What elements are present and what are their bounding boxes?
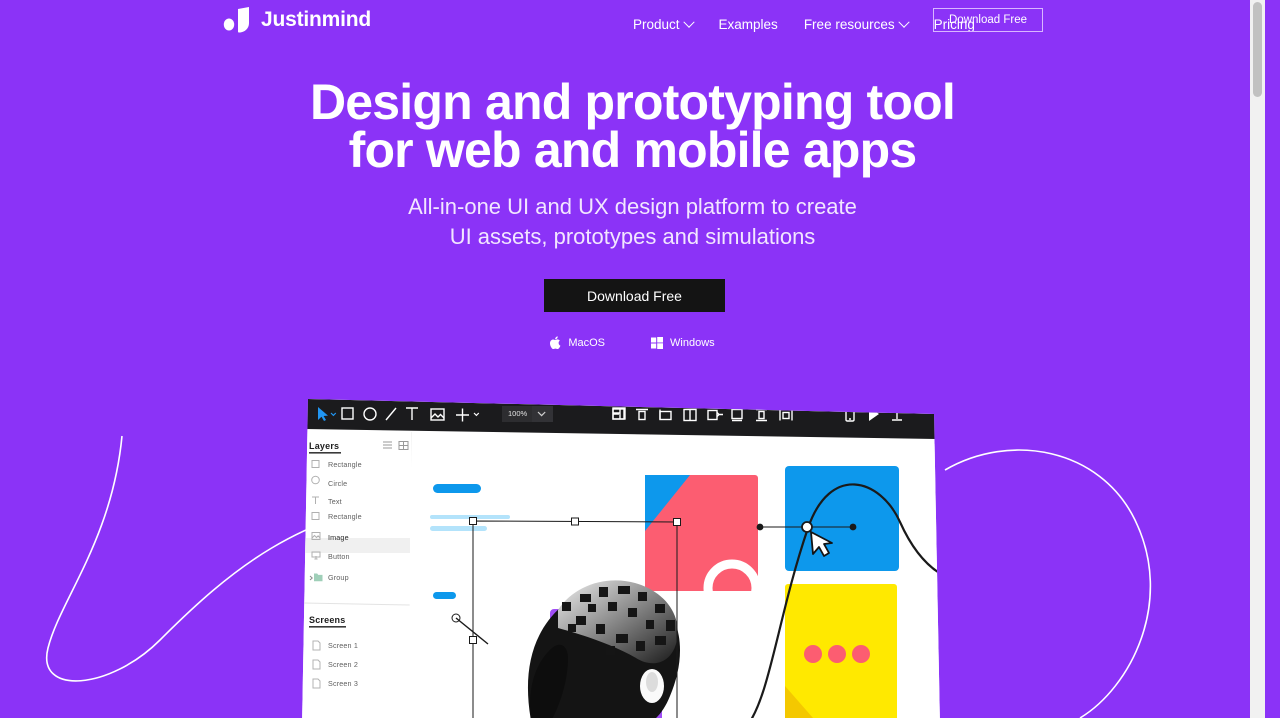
nav-cta-label: Download Free — [949, 14, 1027, 26]
hero-subtitle-line-1: All-in-one UI and UX design platform to … — [408, 194, 857, 219]
page-title: Design and prototyping tool for web and … — [0, 77, 1265, 175]
hero-title-line-2: for web and mobile apps — [348, 122, 918, 178]
hero-subtitle: All-in-one UI and UX design platform to … — [0, 192, 1265, 252]
hero-subtitle-line-2: UI assets, prototypes and simulations — [449, 224, 816, 249]
apple-icon — [550, 336, 561, 349]
app-window-canvas — [302, 399, 940, 718]
top-navigation-bar: Justinmind Product Examples Free resourc… — [0, 0, 1265, 48]
layer-row-highlight — [302, 538, 410, 553]
hero-download-free-button[interactable]: Download Free — [544, 279, 725, 312]
brand-name: Justinmind — [261, 8, 372, 31]
nav-item-free-resources[interactable]: Free resources — [791, 13, 921, 36]
brand-logo[interactable]: Justinmind — [222, 6, 371, 34]
landing-page: Justinmind Product Examples Free resourc… — [0, 0, 1265, 718]
windows-icon — [651, 336, 664, 349]
download-windows-option[interactable]: Windows — [651, 336, 715, 349]
os-download-options: MacOS Windows — [0, 336, 1265, 349]
nav-download-free-button[interactable]: Download Free — [933, 8, 1043, 32]
page-scrollbar-thumb[interactable] — [1253, 2, 1262, 97]
nav-item-label: Free resources — [803, 17, 895, 32]
hero-cta-label: Download Free — [587, 287, 682, 304]
nav-item-label: Examples — [718, 17, 778, 32]
chevron-down-icon — [897, 16, 910, 28]
canvas-yellow-card — [785, 584, 897, 718]
os-label: MacOS — [568, 336, 606, 349]
right-arc-curve — [944, 449, 1152, 718]
page-scrollbar-track[interactable] — [1250, 0, 1265, 718]
app-mockup-window: Layers Rectangle Circle Text Rectangle I… — [300, 396, 945, 718]
chevron-down-icon — [682, 16, 695, 28]
justinmind-logo-icon — [223, 7, 249, 33]
nav-item-product[interactable]: Product — [620, 13, 706, 36]
nav-item-examples[interactable]: Examples — [706, 13, 791, 36]
download-macos-option[interactable]: MacOS — [550, 336, 605, 349]
nav-item-label: Product — [633, 17, 680, 32]
canvas-blue-card — [785, 466, 899, 571]
canvas-blue-bar — [433, 484, 481, 493]
os-label: Windows — [670, 336, 715, 349]
